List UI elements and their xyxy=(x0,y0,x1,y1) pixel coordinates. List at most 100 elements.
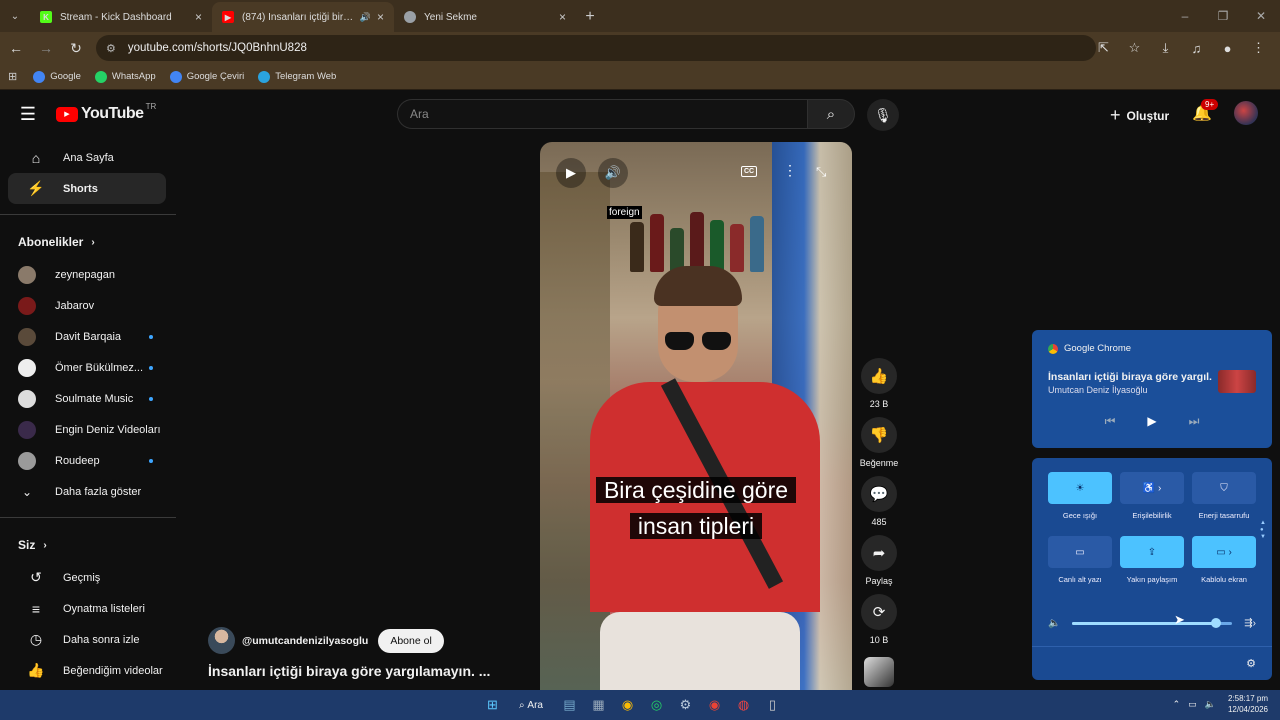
sidebar-item-shorts[interactable]: ⚡ Shorts xyxy=(8,173,166,204)
clock[interactable]: 2:58:17 pm 12/04/2026 xyxy=(1228,693,1268,715)
url-omnibox[interactable]: ⚙ youtube.com/shorts/JQ0BnhnU828 xyxy=(96,35,1096,61)
play-icon[interactable]: ▶ xyxy=(556,158,586,188)
tab-audio-icon[interactable]: 🔊 xyxy=(360,12,371,23)
bookmark-star-icon[interactable]: ☆ xyxy=(1119,34,1150,62)
sidebar-item-ana-sayfa[interactable]: ⌂ Ana Sayfa xyxy=(8,142,166,173)
maximize-icon[interactable]: ❐ xyxy=(1204,0,1242,32)
sidebar-item-you[interactable]: ◷ Daha sonra izle xyxy=(8,624,166,655)
account-avatar[interactable] xyxy=(1234,101,1258,125)
youtube-logo[interactable]: ▶ YouTube TR xyxy=(56,102,156,123)
search-input[interactable]: Ara xyxy=(397,99,807,129)
settings-taskbar-icon[interactable]: ⚙ xyxy=(671,693,700,717)
chrome-taskbar-icon[interactable]: ◉ xyxy=(613,693,642,717)
recorder-taskbar-icon[interactable]: ◍ xyxy=(729,693,758,717)
apps-grid-icon[interactable]: ⊞ xyxy=(8,70,17,83)
quick-setting-toggle[interactable]: ▭ › xyxy=(1192,536,1256,568)
sound-thumbnail[interactable] xyxy=(864,657,894,687)
fullscreen-icon[interactable]: ⤡ xyxy=(816,164,826,180)
quick-setting-toggle[interactable]: ☀ xyxy=(1048,472,1112,504)
windows-start-icon[interactable]: ⊞ xyxy=(478,693,507,717)
comment-icon[interactable]: 💬 xyxy=(861,476,897,512)
back-arrow-icon[interactable]: ← xyxy=(2,34,30,62)
subscribe-button[interactable]: Abone ol xyxy=(378,628,444,653)
subscription-item[interactable]: Jabarov xyxy=(0,290,176,321)
previous-track-icon[interactable]: ⏮ xyxy=(1105,414,1116,429)
notifications-bell-icon[interactable]: 🔔 9+ xyxy=(1192,99,1219,123)
audio-output-icon[interactable]: ⇶› xyxy=(1244,618,1256,629)
subscription-item[interactable]: zeynepagan xyxy=(0,259,176,290)
bookmark-item[interactable]: Google xyxy=(33,70,81,83)
browser-tab[interactable]: K Stream - Kick Dashboard × xyxy=(30,2,212,32)
subscription-item[interactable]: Engin Deniz Videoları xyxy=(0,414,176,445)
sidebar-item-you[interactable]: ≡ Oynatma listeleri xyxy=(8,593,166,624)
quick-setting-toggle[interactable]: ⛉ xyxy=(1192,472,1256,504)
volume-icon[interactable]: 🔊 xyxy=(598,158,628,188)
hamburger-menu-icon[interactable]: ☰ xyxy=(0,104,56,125)
search-icon[interactable]: ⌕ xyxy=(807,99,855,129)
show-more-button[interactable]: ⌄ Daha fazla göster xyxy=(0,476,176,507)
channel-handle[interactable]: @umutcandenizilyasoglu xyxy=(242,635,368,647)
tray-volume-icon[interactable]: 🔈 xyxy=(1205,699,1216,710)
tab-search-chevron-icon[interactable]: ⌄ xyxy=(0,0,30,32)
quick-setting-toggle[interactable]: ♿ › xyxy=(1120,472,1184,504)
close-tab-icon[interactable]: × xyxy=(559,10,566,24)
share-icon[interactable]: ➦ xyxy=(861,535,897,571)
settings-gear-icon[interactable]: ⚙ xyxy=(1246,657,1256,670)
notepad-icon[interactable]: ▤ xyxy=(555,693,584,717)
close-tab-icon[interactable]: × xyxy=(377,10,384,24)
browser-tab[interactable]: ▶ (874) İnsanları içtiği biraya gö 🔊 × xyxy=(212,2,394,32)
subscriptions-header[interactable]: Abonelikler › xyxy=(0,225,176,259)
bookmark-item[interactable]: WhatsApp xyxy=(94,70,156,83)
subscription-item[interactable]: Davit Barqaia xyxy=(0,321,176,352)
quick-setting-toggle[interactable]: ⇪ xyxy=(1120,536,1184,568)
browser-tab[interactable]: Yeni Sekme × xyxy=(394,2,576,32)
minimize-icon[interactable]: – xyxy=(1166,0,1204,32)
captions-icon[interactable]: CC xyxy=(741,166,758,177)
usb-taskbar-icon[interactable]: ▯ xyxy=(758,693,787,717)
calculator-icon[interactable]: ▦ xyxy=(584,693,613,717)
more-options-icon[interactable]: ⋮ xyxy=(783,162,797,179)
quick-setting-toggle[interactable]: ▭ xyxy=(1048,536,1112,568)
close-window-icon[interactable]: ✕ xyxy=(1242,0,1280,32)
network-icon[interactable]: ▭ xyxy=(1188,699,1197,710)
subscription-item[interactable]: Roudeep xyxy=(0,445,176,476)
install-app-icon[interactable]: ⇱ xyxy=(1088,34,1119,62)
media-play-icon[interactable]: ▶ xyxy=(1147,414,1156,429)
you-header[interactable]: Siz › xyxy=(0,528,176,562)
whatsapp-taskbar-icon[interactable]: ◎ xyxy=(642,693,671,717)
video-title[interactable]: İnsanları içtiği biraya göre yargılamayı… xyxy=(208,663,490,679)
thumbs-down-icon[interactable]: 👎 xyxy=(861,417,897,453)
bookmark-item[interactable]: Telegram Web xyxy=(258,70,336,83)
next-track-icon[interactable]: ⏭ xyxy=(1189,414,1200,429)
media-controls-icon[interactable]: ♫ xyxy=(1181,34,1212,62)
close-tab-icon[interactable]: × xyxy=(195,10,202,24)
microphone-icon[interactable]: 🎙 xyxy=(867,99,899,131)
new-tab-button[interactable]: + xyxy=(576,2,604,32)
sidebar-item-you[interactable]: ↺ Geçmiş xyxy=(8,562,166,593)
chrome-profile-taskbar-icon[interactable]: ◉ xyxy=(700,693,729,717)
subscription-item[interactable]: Soulmate Music xyxy=(0,383,176,414)
channel-avatar xyxy=(18,358,36,377)
remix-icon[interactable]: ⟳ xyxy=(861,594,897,630)
volume-slider[interactable] xyxy=(1072,618,1233,628)
taskbar-search[interactable]: ⌕ Ara xyxy=(507,693,555,717)
shorts-video-player[interactable]: ▶ 🔊 CC ⋮ ⤡ foreign Bira çeşidine göre in… xyxy=(540,142,852,692)
bookmark-item[interactable]: Google Çeviri xyxy=(169,70,244,83)
create-button[interactable]: + Oluştur xyxy=(1110,105,1169,126)
volume-knob[interactable] xyxy=(1211,618,1222,628)
channel-avatar[interactable] xyxy=(208,627,235,654)
sidebar-item-you[interactable]: 👍 Beğendiğim videolar xyxy=(8,655,166,686)
profile-avatar-icon[interactable]: ● xyxy=(1212,34,1243,62)
bookmarks-bar: ⊞ Google WhatsApp Google Çeviri Telegram We… xyxy=(0,64,1280,90)
person-hair xyxy=(654,266,742,306)
subscription-item[interactable]: Ömer Bükülmez... xyxy=(0,352,176,383)
reload-icon[interactable]: ↻ xyxy=(62,34,90,62)
thumbs-up-icon[interactable]: 👍 xyxy=(861,358,897,394)
tray-chevron-icon[interactable]: ⌃ xyxy=(1173,699,1181,710)
speaker-icon[interactable]: 🔈 xyxy=(1048,618,1060,629)
scroll-indicator-icon[interactable]: ▲ ● ▼ xyxy=(1260,520,1266,541)
forward-arrow-icon[interactable]: → xyxy=(32,34,60,62)
kebab-menu-icon[interactable]: ⋮ xyxy=(1243,34,1274,62)
site-info-icon[interactable]: ⚙ xyxy=(106,42,116,55)
download-icon[interactable]: ⤓ xyxy=(1150,34,1181,62)
